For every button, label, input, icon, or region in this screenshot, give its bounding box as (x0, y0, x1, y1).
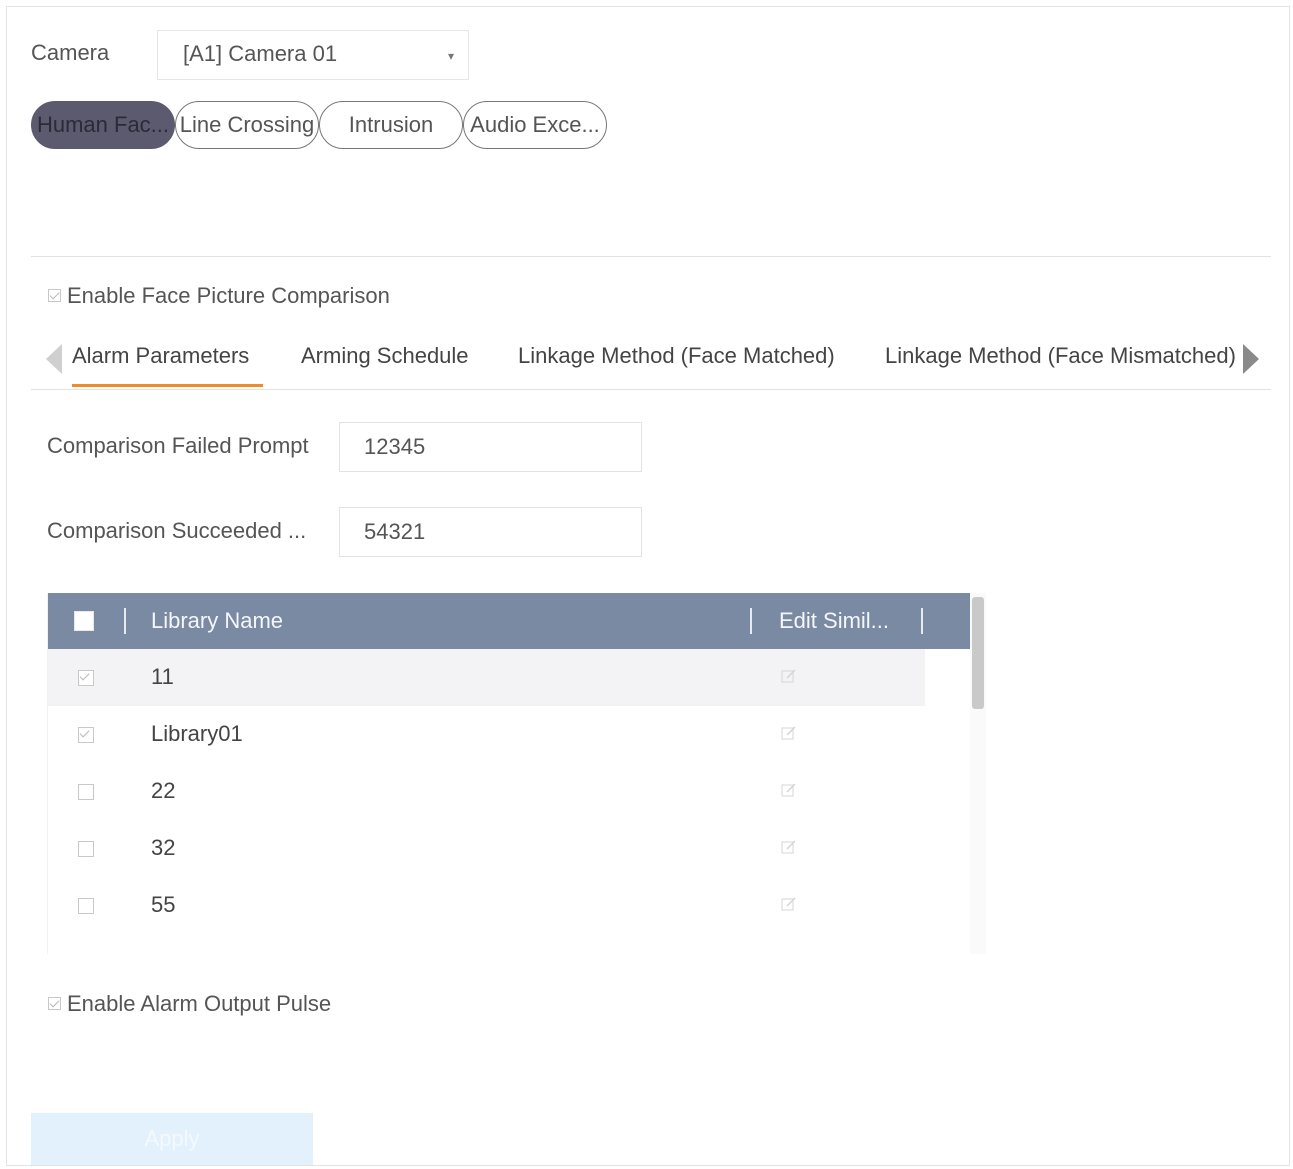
table-header: Library Name Edit Simil... (48, 593, 971, 649)
column-separator (921, 608, 923, 634)
tab-intrusion[interactable]: Intrusion (319, 101, 463, 149)
failed-prompt-label: Comparison Failed Prompt (47, 433, 309, 458)
tab-linkage-face-mismatched[interactable]: Linkage Method (Face Mismatched) (885, 343, 1237, 369)
enable-face-comparison-label: Enable Face Picture Comparison (67, 283, 390, 308)
enable-face-comparison-checkbox[interactable]: Enable Face Picture Comparison (48, 283, 390, 309)
chevron-down-icon: ▾ (447, 49, 454, 63)
succeeded-prompt-input[interactable] (339, 507, 642, 557)
checkbox-icon (48, 996, 61, 1010)
tab-alarm-parameters[interactable]: Alarm Parameters (72, 343, 249, 369)
tab-audio-exception[interactable]: Audio Exce... (463, 101, 607, 149)
tab-label: Intrusion (348, 112, 434, 137)
succeeded-prompt-label: Comparison Succeeded ... (47, 518, 307, 543)
edit-icon[interactable] (781, 668, 797, 684)
row-checkbox[interactable] (78, 898, 94, 914)
tab-label: Line Crossing (179, 112, 315, 137)
camera-select-value: [A1] Camera 01 (183, 41, 338, 66)
checkbox-icon (48, 288, 61, 302)
row-checkbox[interactable] (78, 784, 94, 800)
library-name: 11 (151, 664, 174, 689)
select-all-checkbox[interactable] (74, 611, 94, 631)
tab-linkage-face-matched[interactable]: Linkage Method (Face Matched) (518, 343, 835, 369)
column-separator (124, 608, 126, 634)
edit-icon[interactable] (781, 839, 797, 855)
library-name: Library01 (151, 721, 243, 746)
table-row[interactable]: 11 (48, 649, 925, 706)
row-checkbox[interactable] (78, 727, 94, 743)
library-name: 32 (151, 835, 176, 860)
column-separator (750, 608, 752, 634)
apply-button[interactable]: Apply (31, 1113, 313, 1165)
camera-select[interactable]: [A1] Camera 01 ▾ (157, 30, 469, 80)
tab-label: Human Fac... (36, 112, 170, 137)
table-scrollbar-thumb[interactable] (972, 597, 984, 709)
table-row[interactable]: 32 (48, 820, 971, 877)
tabs-scroll-left-icon[interactable] (46, 344, 62, 374)
failed-prompt-input[interactable] (339, 422, 642, 472)
table-row[interactable]: Library01 (48, 706, 971, 763)
edit-icon[interactable] (781, 896, 797, 912)
library-table: Library Name Edit Simil... 11 Library01 … (47, 593, 971, 954)
enable-alarm-output-pulse-checkbox[interactable]: Enable Alarm Output Pulse (48, 991, 331, 1017)
tab-human-face[interactable]: Human Fac... (31, 101, 175, 149)
active-tab-indicator (72, 384, 263, 387)
tab-arming-schedule[interactable]: Arming Schedule (301, 343, 469, 369)
row-checkbox[interactable] (78, 841, 94, 857)
table-row[interactable]: 55 (48, 877, 971, 934)
library-name: 22 (151, 778, 176, 803)
camera-label: Camera (31, 40, 110, 65)
tab-label: Audio Exce... (470, 112, 600, 137)
row-checkbox[interactable] (78, 670, 94, 686)
tab-line-crossing[interactable]: Line Crossing (175, 101, 319, 149)
column-header-edit-similarity[interactable]: Edit Simil... (779, 608, 889, 634)
tabs-scroll-right-icon[interactable] (1243, 344, 1259, 374)
column-header-library-name[interactable]: Library Name (151, 608, 283, 634)
library-name: 55 (151, 892, 176, 917)
enable-alarm-output-pulse-label: Enable Alarm Output Pulse (67, 991, 332, 1016)
edit-icon[interactable] (781, 782, 797, 798)
table-row[interactable]: 22 (48, 763, 971, 820)
tabs-divider (31, 389, 1271, 390)
section-divider (31, 256, 1271, 257)
edit-icon[interactable] (781, 725, 797, 741)
